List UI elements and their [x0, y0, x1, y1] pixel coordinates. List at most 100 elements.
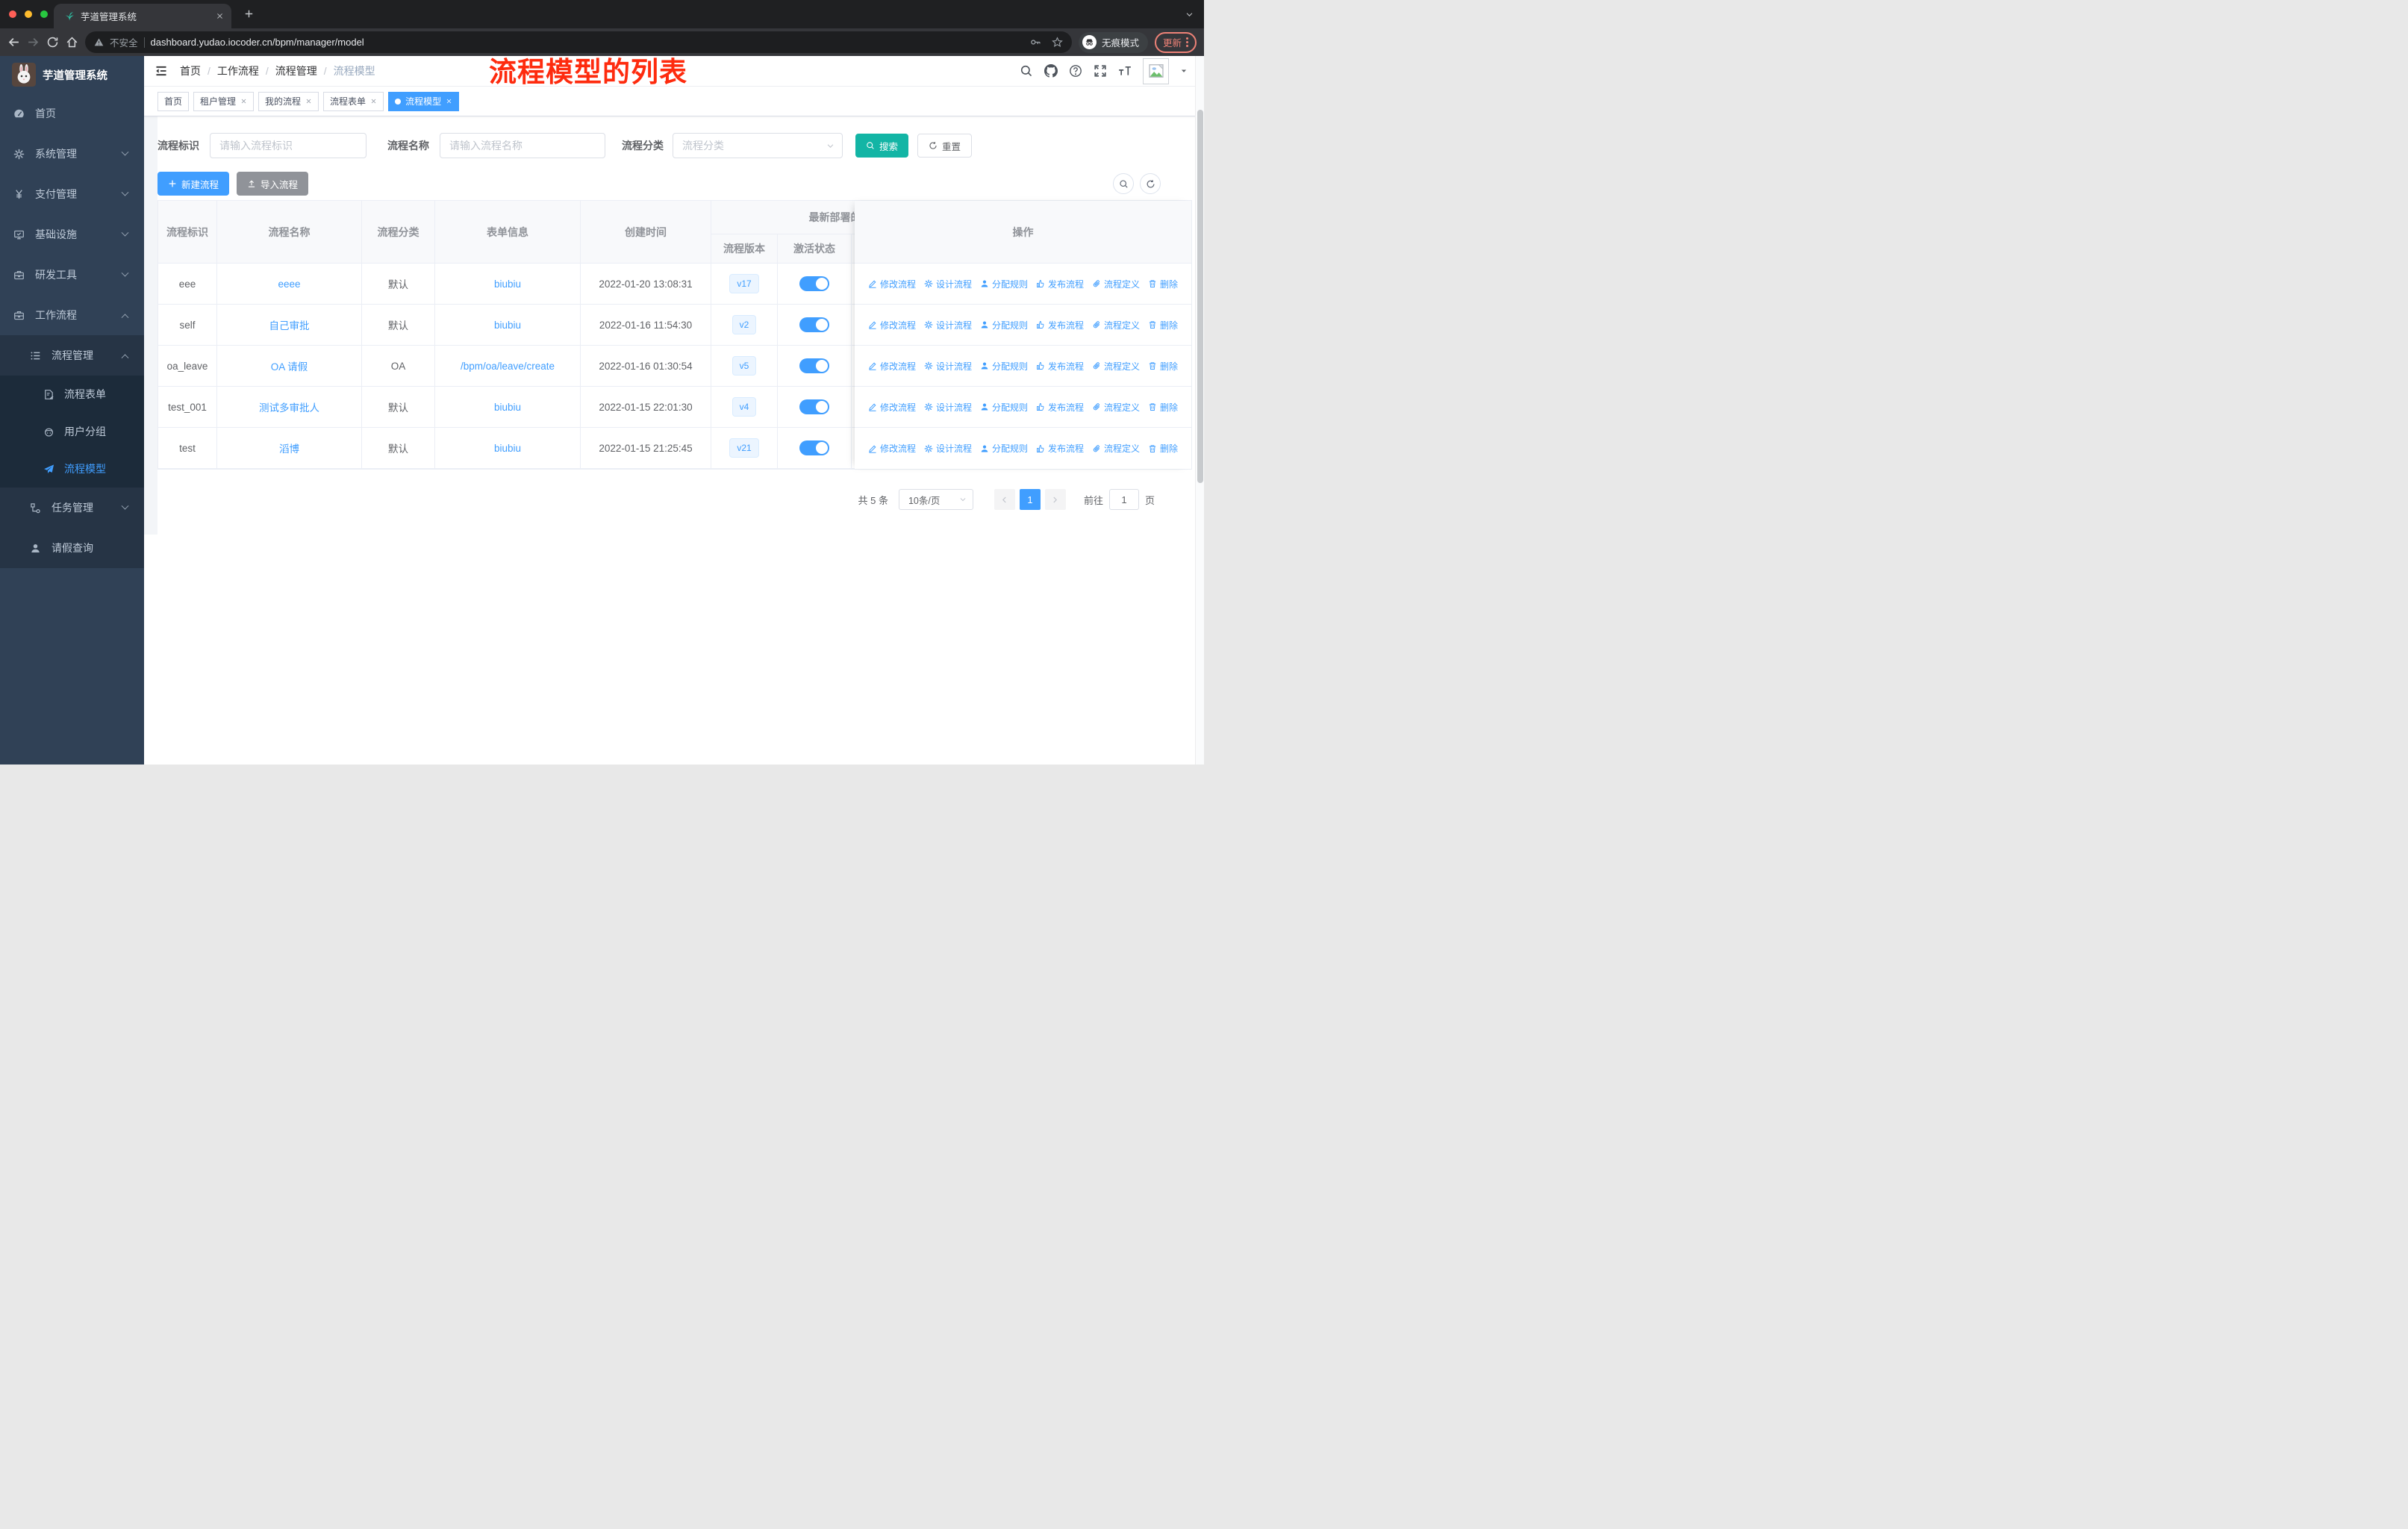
form-info-link[interactable]: biubiu	[494, 443, 521, 454]
assign-rule-link[interactable]: 分配规则	[980, 442, 1028, 455]
chrome-update-button[interactable]: 更新	[1154, 31, 1197, 53]
create-process-button[interactable]: 新建流程	[157, 172, 230, 196]
modify-process-link[interactable]: 修改流程	[868, 360, 916, 373]
new-tab-icon[interactable]	[244, 9, 254, 19]
process-definition-link[interactable]: 流程定义	[1092, 401, 1140, 414]
bookmark-star-icon[interactable]	[1052, 37, 1063, 48]
sidebar-item-process-model[interactable]: 流程模型	[0, 450, 144, 488]
process-definition-link[interactable]: 流程定义	[1092, 360, 1140, 373]
reload-icon[interactable]	[46, 36, 59, 49]
browser-menu-icon[interactable]	[1186, 37, 1188, 47]
back-icon[interactable]	[7, 36, 20, 49]
user-menu-caret-icon[interactable]	[1180, 67, 1188, 75]
close-icon[interactable]	[305, 98, 312, 105]
process-definition-link[interactable]: 流程定义	[1092, 319, 1140, 331]
import-process-button[interactable]: 导入流程	[237, 172, 309, 196]
publish-process-link[interactable]: 发布流程	[1036, 401, 1084, 414]
fullscreen-icon[interactable]	[1094, 64, 1107, 78]
font-size-icon[interactable]	[1118, 64, 1132, 78]
scrollbar-thumb[interactable]	[1197, 110, 1203, 483]
design-process-link[interactable]: 设计流程	[924, 278, 972, 290]
publish-process-link[interactable]: 发布流程	[1036, 442, 1084, 455]
close-icon[interactable]	[446, 98, 452, 105]
sidebar-item-user-group[interactable]: 用户分组	[0, 413, 144, 450]
tag-process-model[interactable]: 流程模型	[388, 91, 460, 111]
delete-link[interactable]: 删除	[1148, 360, 1178, 373]
assign-rule-link[interactable]: 分配规则	[980, 401, 1028, 414]
page-scrollbar[interactable]	[1195, 56, 1204, 764]
sidebar-item-payment[interactable]: 支付管理	[0, 174, 144, 214]
close-icon[interactable]	[370, 98, 377, 105]
breadcrumb-workflow[interactable]: 工作流程	[217, 63, 259, 78]
home-icon[interactable]	[66, 36, 78, 49]
publish-process-link[interactable]: 发布流程	[1036, 360, 1084, 373]
next-page-button[interactable]	[1044, 489, 1066, 510]
tag-tenant-management[interactable]: 租户管理	[193, 91, 255, 111]
design-process-link[interactable]: 设计流程	[924, 319, 972, 331]
process-name-link[interactable]: OA 请假	[271, 358, 308, 373]
sidebar-collapse-icon[interactable]	[155, 64, 168, 78]
process-category-select[interactable]: 流程分类	[673, 133, 843, 158]
publish-process-link[interactable]: 发布流程	[1036, 319, 1084, 331]
minimize-window-button[interactable]	[25, 10, 32, 18]
goto-page-input[interactable]	[1108, 489, 1139, 510]
delete-link[interactable]: 删除	[1148, 278, 1178, 290]
design-process-link[interactable]: 设计流程	[924, 442, 972, 455]
sidebar-item-dev-tools[interactable]: 研发工具	[0, 255, 144, 295]
sidebar-item-process-management[interactable]: 流程管理	[0, 335, 144, 376]
process-name-link[interactable]: 滔博	[279, 440, 299, 455]
browser-tab[interactable]: 芋道管理系统	[54, 4, 231, 28]
help-icon[interactable]	[1069, 64, 1082, 78]
breadcrumb-process-management[interactable]: 流程管理	[275, 63, 317, 78]
assign-rule-link[interactable]: 分配规则	[980, 360, 1028, 373]
search-button[interactable]: 搜索	[855, 134, 909, 158]
delete-link[interactable]: 删除	[1148, 442, 1178, 455]
sidebar-item-leave-query[interactable]: 请假查询	[0, 528, 144, 568]
active-toggle[interactable]	[799, 399, 829, 414]
delete-link[interactable]: 删除	[1148, 319, 1178, 331]
process-name-link[interactable]: 测试多审批人	[259, 399, 319, 414]
active-toggle[interactable]	[799, 317, 829, 332]
publish-process-link[interactable]: 发布流程	[1036, 278, 1084, 290]
zoom-window-button[interactable]	[40, 10, 48, 18]
breadcrumb-home[interactable]: 首页	[180, 63, 201, 78]
address-bar[interactable]: 不安全 dashboard.yudao.iocoder.cn/bpm/manag…	[85, 31, 1072, 53]
assign-rule-link[interactable]: 分配规则	[980, 278, 1028, 290]
github-icon[interactable]	[1044, 64, 1058, 78]
sidebar-item-home[interactable]: 首页	[0, 93, 144, 134]
process-definition-link[interactable]: 流程定义	[1092, 442, 1140, 455]
reset-button[interactable]: 重置	[917, 134, 973, 158]
tag-process-form[interactable]: 流程表单	[323, 91, 384, 111]
active-toggle[interactable]	[799, 358, 829, 373]
password-key-icon[interactable]	[1030, 37, 1041, 48]
forward-icon[interactable]	[27, 36, 40, 49]
sidebar-item-process-form[interactable]: 流程表单	[0, 376, 144, 413]
url-text[interactable]: dashboard.yudao.iocoder.cn/bpm/manager/m…	[151, 37, 1024, 48]
design-process-link[interactable]: 设计流程	[924, 360, 972, 373]
refresh-table-button[interactable]	[1140, 173, 1161, 194]
tab-search-caret-icon[interactable]	[1185, 10, 1194, 19]
avatar[interactable]	[1143, 57, 1169, 84]
close-window-button[interactable]	[9, 10, 16, 18]
process-name-link[interactable]: eeee	[278, 278, 300, 290]
search-icon[interactable]	[1020, 64, 1033, 78]
form-info-link[interactable]: biubiu	[494, 320, 521, 331]
tab-close-icon[interactable]	[216, 12, 224, 20]
tag-my-process[interactable]: 我的流程	[258, 91, 319, 111]
form-info-link[interactable]: biubiu	[494, 402, 521, 413]
sidebar-item-workflow[interactable]: 工作流程	[0, 295, 144, 335]
process-key-input[interactable]	[210, 133, 366, 158]
current-page-button[interactable]: 1	[1019, 489, 1041, 510]
assign-rule-link[interactable]: 分配规则	[980, 319, 1028, 331]
process-definition-link[interactable]: 流程定义	[1092, 278, 1140, 290]
close-icon[interactable]	[240, 98, 247, 105]
sidebar-item-task-management[interactable]: 任务管理	[0, 488, 144, 528]
process-name-input[interactable]	[440, 133, 605, 158]
not-secure-warning-icon[interactable]	[94, 37, 104, 47]
process-name-link[interactable]: 自己审批	[269, 317, 310, 332]
modify-process-link[interactable]: 修改流程	[868, 319, 916, 331]
form-info-link[interactable]: /bpm/oa/leave/create	[461, 361, 555, 372]
modify-process-link[interactable]: 修改流程	[868, 401, 916, 414]
modify-process-link[interactable]: 修改流程	[868, 442, 916, 455]
form-info-link[interactable]: biubiu	[494, 278, 521, 290]
